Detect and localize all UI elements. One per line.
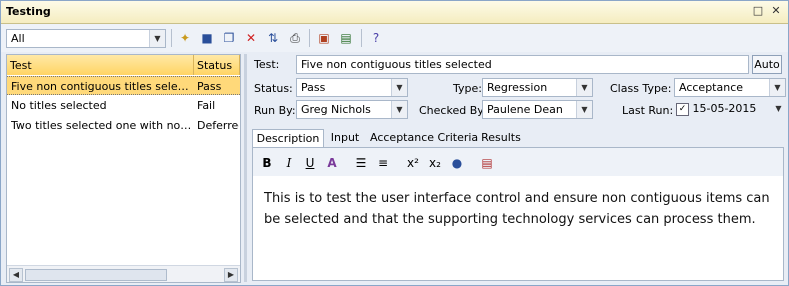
column-header-test[interactable]: Test xyxy=(7,55,194,75)
scroll-right-icon[interactable]: ▶ xyxy=(224,268,238,282)
chevron-down-icon[interactable]: ▼ xyxy=(149,30,165,47)
toolbar-separator xyxy=(309,29,310,47)
report-icon[interactable]: ▤ xyxy=(337,29,355,47)
filter-value: All xyxy=(11,32,25,45)
test-status: Pass xyxy=(197,80,222,93)
editor-toolbar: B I U A ☰ ≡ x² x₂ ● ▤ xyxy=(253,148,783,176)
help-icon[interactable]: ? xyxy=(367,29,385,47)
checked-by-label: Checked By: xyxy=(419,104,487,117)
auto-button[interactable]: Auto xyxy=(752,55,782,74)
description-editor[interactable]: B I U A ☰ ≡ x² x₂ ● ▤ This is to test th… xyxy=(252,147,784,281)
test-name: Two titles selected one with no s... xyxy=(11,119,193,132)
class-type-dropdown[interactable]: Acceptance ▼ xyxy=(674,78,786,97)
bullet-list-icon[interactable]: ☰ xyxy=(352,154,370,172)
test-status: Deferred xyxy=(197,119,239,132)
font-color-icon[interactable]: A xyxy=(323,154,341,172)
document-icon[interactable]: ▤ xyxy=(478,154,496,172)
checked-by-dropdown[interactable]: Paulene Dean ▼ xyxy=(482,100,593,119)
sort-icon[interactable]: ⇅ xyxy=(264,29,282,47)
hyperlink-icon[interactable]: ● xyxy=(448,154,466,172)
chevron-down-icon[interactable]: ▼ xyxy=(576,101,592,118)
tab-input[interactable]: Input xyxy=(328,129,362,148)
test-status: Fail xyxy=(197,99,216,112)
window-titlebar: Testing □ ✕ xyxy=(1,1,788,24)
chevron-down-icon[interactable]: ▼ xyxy=(771,100,786,117)
last-run-checkbox[interactable]: ✓ xyxy=(676,102,689,116)
subscript-icon[interactable]: x₂ xyxy=(426,154,444,172)
hierarchy-icon[interactable]: ▣ xyxy=(315,29,333,47)
chevron-down-icon[interactable]: ▼ xyxy=(769,79,785,96)
tab-acceptance-criteria[interactable]: Acceptance Criteria xyxy=(370,129,478,148)
chevron-down-icon[interactable]: ▼ xyxy=(391,79,407,96)
test-name-field[interactable]: Five non contiguous titles selected xyxy=(296,55,749,74)
tab-description[interactable]: Description xyxy=(252,129,324,149)
list-item[interactable]: Two titles selected one with no s... Def… xyxy=(7,116,240,135)
scrollbar-thumb[interactable] xyxy=(25,269,167,281)
test-name: Five non contiguous titles select... xyxy=(11,80,193,93)
pane-splitter[interactable] xyxy=(244,54,247,282)
checked-by-value: Paulene Dean xyxy=(487,103,563,116)
chevron-down-icon[interactable]: ▼ xyxy=(391,101,407,118)
last-run-date-picker[interactable]: ✓ 15-05-2015 ▼ xyxy=(674,100,786,119)
test-list: Test Status Five non contiguous titles s… xyxy=(6,54,241,283)
window-title: Testing xyxy=(6,5,51,18)
horizontal-scrollbar[interactable]: ◀ ▶ xyxy=(7,265,240,282)
copy-icon[interactable]: ❐ xyxy=(220,29,238,47)
bold-icon[interactable]: B xyxy=(258,154,276,172)
description-text[interactable]: This is to test the user interface contr… xyxy=(264,188,774,230)
testing-window: Testing □ ✕ All ▼ ✦ ■ ❐ ✕ ⇅ ⎙ ▣ ▤ ? Test… xyxy=(0,0,789,286)
run-by-label: Run By: xyxy=(254,104,296,117)
filter-dropdown[interactable]: All ▼ xyxy=(6,29,166,48)
class-type-label: Class Type: xyxy=(610,82,672,95)
last-run-wrap: ✓ 15-05-2015 xyxy=(676,102,756,116)
type-label: Type: xyxy=(453,82,482,95)
test-name-value: Five non contiguous titles selected xyxy=(301,58,492,71)
run-by-value: Greg Nichols xyxy=(301,103,371,116)
toolbar-separator xyxy=(361,29,362,47)
list-item[interactable]: Five non contiguous titles select... Pas… xyxy=(7,76,240,95)
scroll-left-icon[interactable]: ◀ xyxy=(9,268,23,282)
delete-icon[interactable]: ✕ xyxy=(242,29,260,47)
status-label: Status: xyxy=(254,82,293,95)
status-dropdown[interactable]: Pass ▼ xyxy=(296,78,408,97)
list-item[interactable]: No titles selected Fail xyxy=(7,96,240,115)
new-icon[interactable]: ✦ xyxy=(176,29,194,47)
underline-icon[interactable]: U xyxy=(301,154,319,172)
type-value: Regression xyxy=(487,81,548,94)
chevron-down-icon[interactable]: ▼ xyxy=(576,79,592,96)
last-run-value[interactable]: 15-05-2015 xyxy=(693,102,757,115)
superscript-icon[interactable]: x² xyxy=(404,154,422,172)
save-icon[interactable]: ■ xyxy=(198,29,216,47)
type-dropdown[interactable]: Regression ▼ xyxy=(482,78,593,97)
numbered-list-icon[interactable]: ≡ xyxy=(374,154,392,172)
close-icon[interactable]: ✕ xyxy=(769,4,783,18)
italic-icon[interactable]: I xyxy=(280,154,298,172)
restore-icon[interactable]: □ xyxy=(751,4,765,18)
run-by-dropdown[interactable]: Greg Nichols ▼ xyxy=(296,100,408,119)
last-run-label: Last Run: xyxy=(622,104,674,117)
column-header-status[interactable]: Status xyxy=(194,55,240,75)
tab-results[interactable]: Results xyxy=(481,129,521,148)
status-value: Pass xyxy=(301,81,326,94)
toolbar-separator xyxy=(171,29,172,47)
class-type-value: Acceptance xyxy=(679,81,744,94)
test-label: Test: xyxy=(254,58,280,71)
main-toolbar: All ▼ ✦ ■ ❐ ✕ ⇅ ⎙ ▣ ▤ ? xyxy=(1,24,788,52)
test-name: No titles selected xyxy=(11,99,107,112)
print-icon[interactable]: ⎙ xyxy=(286,29,304,47)
